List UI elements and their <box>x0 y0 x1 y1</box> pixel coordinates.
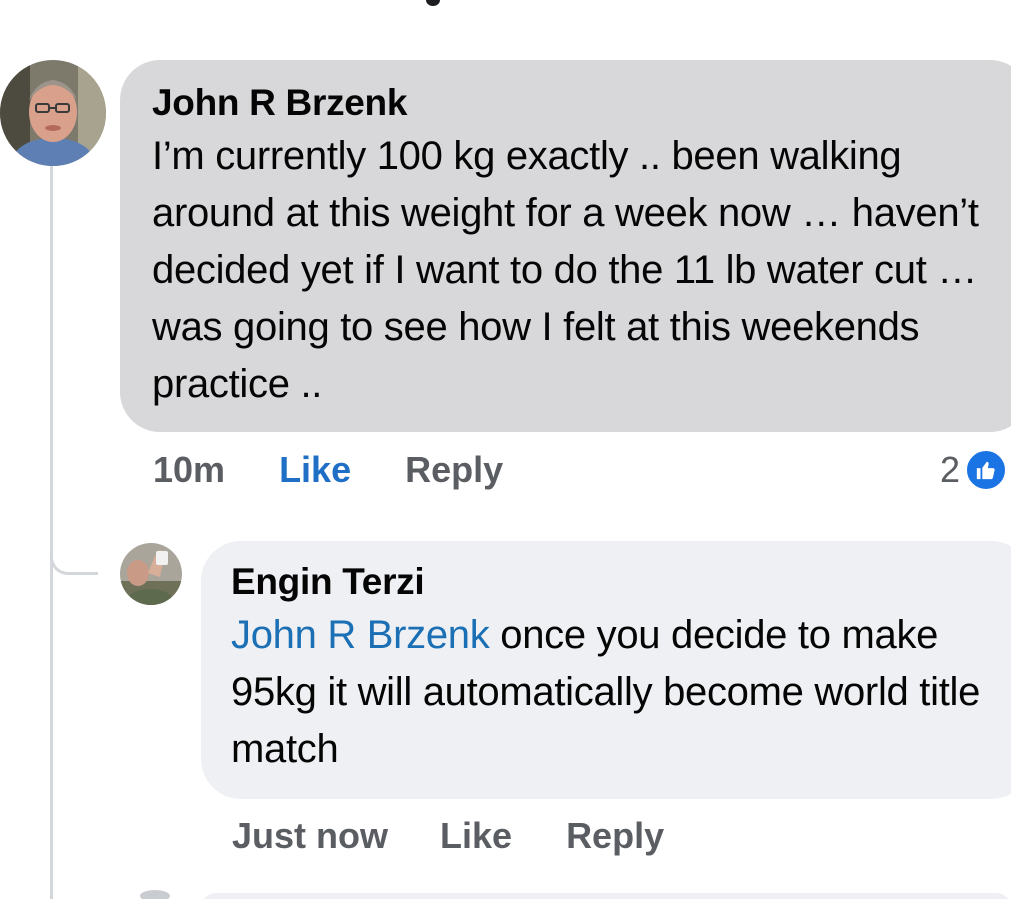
reply-text-block: John R Brzenk once you decide to make 95… <box>231 607 991 778</box>
reply-author[interactable]: Engin Terzi <box>231 557 1001 607</box>
reaction-count: 2 <box>940 449 961 490</box>
next-avatar-fragment <box>140 890 170 899</box>
top-fragment <box>426 0 440 6</box>
reply-reply-button[interactable]: Reply <box>566 815 664 857</box>
comment-thread: John R Brzenk I’m currently 100 kg exact… <box>0 0 1011 899</box>
comment-timestamp[interactable]: 10m <box>153 449 225 491</box>
comment-actions: 10m Like Reply <box>153 449 503 491</box>
reply-connector <box>50 520 98 575</box>
reply-actions: Just now Like Reply <box>232 815 664 857</box>
reply-like-button[interactable]: Like <box>440 815 512 857</box>
avatar-john-r-brzenk[interactable] <box>0 60 106 166</box>
reply-timestamp[interactable]: Just now <box>232 815 388 857</box>
avatar-photo <box>0 60 106 166</box>
mention-link[interactable]: John R Brzenk <box>231 613 490 657</box>
thumbs-up-icon <box>964 448 1009 492</box>
reply-bubble: Engin Terzi John R Brzenk once you decid… <box>201 541 1011 799</box>
reaction-summary[interactable]: 2 <box>940 448 1009 492</box>
avatar-photo <box>120 543 182 605</box>
comment-bubble: John R Brzenk I’m currently 100 kg exact… <box>120 60 1011 432</box>
next-bubble-fragment <box>201 893 1011 899</box>
comment-reply-button[interactable]: Reply <box>405 449 503 491</box>
avatar-engin-terzi[interactable] <box>120 543 182 605</box>
comment-like-button[interactable]: Like <box>279 449 351 491</box>
comment-text: I’m currently 100 kg exactly .. been wal… <box>152 134 979 406</box>
comment-author[interactable]: John R Brzenk <box>152 78 1000 128</box>
